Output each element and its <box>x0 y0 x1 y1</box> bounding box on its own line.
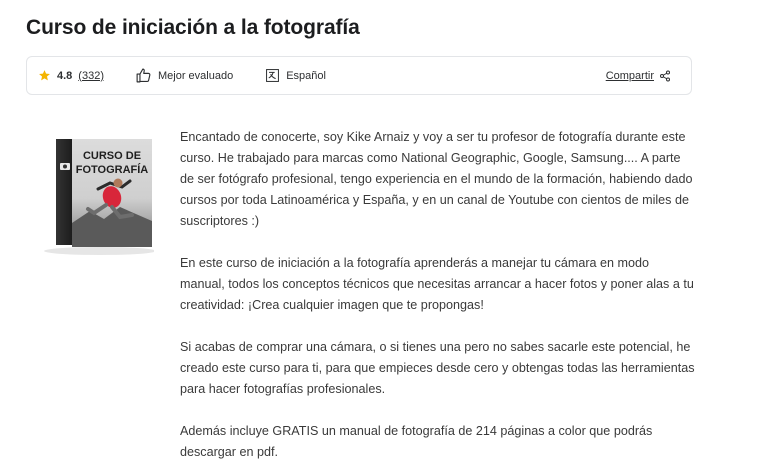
camera-icon <box>60 163 70 170</box>
cover-title-line1: CURSO DE <box>83 150 141 162</box>
language-label: Español <box>286 69 326 82</box>
rating: 4.8 (332) <box>38 69 104 82</box>
share-button[interactable]: Compartir <box>606 70 671 82</box>
description-paragraph: Si acabas de comprar una cámara, o si ti… <box>180 340 695 396</box>
share-icon[interactable] <box>659 70 671 82</box>
star-icon <box>39 70 50 81</box>
top-rated-badge: Mejor evaluado <box>135 67 233 84</box>
cover-title-line2: FOTOGRAFÍA <box>76 163 149 176</box>
badge-label: Mejor evaluado <box>157 69 234 82</box>
page-title: Curso de iniciación a la fotografía <box>26 16 360 39</box>
share-label[interactable]: Compartir <box>606 70 654 82</box>
description-paragraph: Encantado de conocerte, soy Kike Arnaiz … <box>180 130 693 228</box>
thumbs-up-icon <box>136 68 151 83</box>
rating-count-link[interactable]: (332) <box>78 70 104 82</box>
course-box-image: CURSO DE FOTOGRAFÍA <box>44 139 154 255</box>
description-paragraph: En este curso de iniciación a la fotogra… <box>180 256 694 312</box>
description-paragraph: Además incluye GRATIS un manual de fotog… <box>180 424 653 459</box>
rating-value: 4.8 <box>57 69 73 82</box>
language-info: Español <box>265 68 326 83</box>
course-description: Encantado de conocerte, soy Kike Arnaiz … <box>180 127 696 467</box>
translate-icon <box>266 69 280 82</box>
course-info-bar: 4.8 (332) Mejor evaluado Español Compart… <box>26 56 692 95</box>
